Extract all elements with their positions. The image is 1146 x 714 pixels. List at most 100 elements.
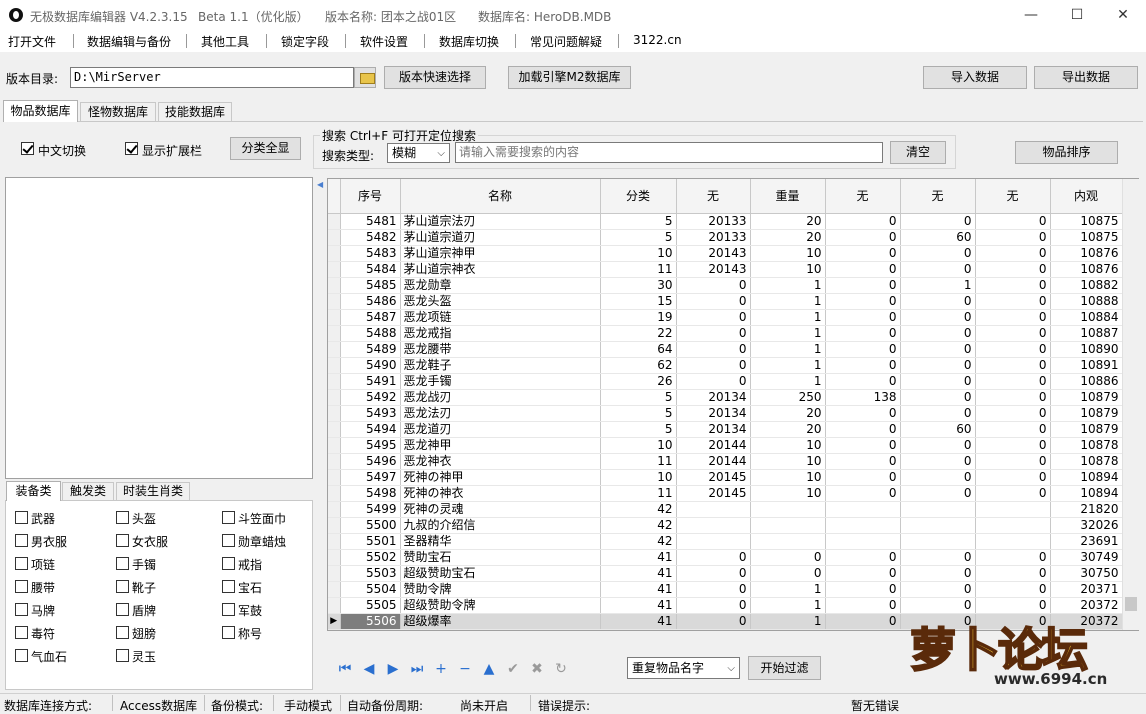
column-header[interactable]: 重量	[750, 179, 826, 214]
column-header[interactable]: 无	[676, 179, 751, 214]
table-cell[interactable]: 0	[825, 469, 901, 486]
table-cell[interactable]: 20144	[676, 453, 751, 470]
table-cell[interactable]: 20372	[1050, 597, 1123, 614]
table-row[interactable]: 5489 恶龙腰带 64 0 1 0 0 0 10890	[328, 341, 1123, 358]
table-cell[interactable]: 0	[975, 389, 1051, 406]
table-cell[interactable]: 1	[750, 341, 826, 358]
table-cell[interactable]: 42	[600, 517, 677, 534]
table-cell[interactable]: 死神の灵魂	[400, 501, 601, 518]
table-cell[interactable]: 20	[750, 405, 826, 422]
table-cell[interactable]: 0	[975, 245, 1051, 262]
table-cell[interactable]: 0	[900, 389, 976, 406]
next-icon[interactable]: ▶	[384, 660, 402, 678]
table-cell[interactable]: 11	[600, 485, 677, 502]
category-checkbox[interactable]	[15, 580, 28, 593]
first-icon[interactable]: ⏮	[336, 660, 354, 678]
table-cell[interactable]: 20144	[676, 437, 751, 454]
table-cell[interactable]: 1	[750, 373, 826, 390]
table-cell[interactable]: 九叔的介绍信	[400, 517, 601, 534]
duplicate-filter-select[interactable]: 重复物品名字 ⌵	[627, 657, 740, 679]
table-cell[interactable]: 0	[825, 373, 901, 390]
table-cell[interactable]: 0	[676, 373, 751, 390]
table-cell[interactable]: 0	[676, 549, 751, 566]
table-cell[interactable]: 0	[975, 261, 1051, 278]
table-cell[interactable]: 5483	[340, 245, 401, 262]
last-icon[interactable]: ⏭	[408, 660, 426, 678]
table-cell[interactable]: 0	[975, 469, 1051, 486]
table-cell[interactable]: 恶龙鞋子	[400, 357, 601, 374]
table-cell[interactable]: 20133	[676, 213, 751, 230]
table-cell[interactable]: 20	[750, 213, 826, 230]
table-cell[interactable]: 0	[975, 325, 1051, 342]
table-cell[interactable]: 0	[975, 405, 1051, 422]
table-cell[interactable]: 5504	[340, 581, 401, 598]
table-cell[interactable]: 0	[975, 341, 1051, 358]
table-cell[interactable]: 0	[676, 309, 751, 326]
table-cell[interactable]: 0	[900, 485, 976, 502]
table-row[interactable]: 5482 茅山道宗道刃 5 20133 20 0 60 0 10875	[328, 229, 1123, 246]
table-cell[interactable]: 0	[900, 597, 976, 614]
table-cell[interactable]: 0	[900, 549, 976, 566]
table-row[interactable]: 5484 茅山道宗神衣 11 20143 10 0 0 0 10876	[328, 261, 1123, 278]
grid-scrollbar[interactable]	[1122, 179, 1139, 630]
table-cell[interactable]: 0	[900, 309, 976, 326]
table-row[interactable]: 5502 赞助宝石 41 0 0 0 0 0 30749	[328, 549, 1123, 566]
table-cell[interactable]: 10879	[1050, 421, 1123, 438]
column-header[interactable]: 内观	[1050, 179, 1123, 214]
table-cell[interactable]: 恶龙手镯	[400, 373, 601, 390]
table-cell[interactable]: 0	[825, 581, 901, 598]
table-cell[interactable]: 5495	[340, 437, 401, 454]
table-cell[interactable]: 5493	[340, 405, 401, 422]
table-cell[interactable]: 5505	[340, 597, 401, 614]
scrollbar-thumb[interactable]	[1125, 597, 1137, 611]
folder-icon[interactable]	[354, 67, 376, 88]
table-cell[interactable]: 20134	[676, 421, 751, 438]
category-checkbox[interactable]	[222, 511, 235, 524]
table-cell[interactable]: 5502	[340, 549, 401, 566]
table-cell[interactable]: 41	[600, 549, 677, 566]
table-cell[interactable]: 0	[975, 597, 1051, 614]
table-cell[interactable]: 10890	[1050, 341, 1123, 358]
table-cell[interactable]: 0	[975, 421, 1051, 438]
table-cell[interactable]: 30749	[1050, 549, 1123, 566]
table-cell[interactable]: 5482	[340, 229, 401, 246]
category-checkbox[interactable]	[116, 511, 129, 524]
table-cell[interactable]: 10	[750, 437, 826, 454]
table-cell[interactable]: 0	[900, 453, 976, 470]
quick-select-button[interactable]: 版本快速选择	[384, 66, 486, 89]
table-cell[interactable]: 19	[600, 309, 677, 326]
table-cell[interactable]: 10876	[1050, 245, 1123, 262]
table-cell[interactable]: 5492	[340, 389, 401, 406]
minimize-button[interactable]: —	[1008, 0, 1054, 30]
table-cell[interactable]: 恶龙神衣	[400, 453, 601, 470]
table-cell[interactable]	[900, 533, 976, 550]
data-grid[interactable]: 序号 名称 分类无重量无无无内观 5481 茅山道宗法刃 5 20133 20 0 0 0 1087…	[327, 178, 1139, 631]
prior-icon[interactable]: ◀	[360, 660, 378, 678]
table-cell[interactable]: 23691	[1050, 533, 1123, 550]
table-cell[interactable]: 5	[600, 213, 677, 230]
table-row[interactable]: 5504 赞助令牌 41 0 1 0 0 0 20371	[328, 581, 1123, 598]
table-cell[interactable]: 5498	[340, 485, 401, 502]
table-cell[interactable]: 5501	[340, 533, 401, 550]
menu-db-switch[interactable]: 数据库切换	[439, 33, 499, 50]
table-cell[interactable]: 0	[825, 213, 901, 230]
table-cell[interactable]: 0	[975, 357, 1051, 374]
table-cell[interactable]: 0	[900, 293, 976, 310]
table-cell[interactable]: 死神の神衣	[400, 485, 601, 502]
table-cell[interactable]: 恶龙神甲	[400, 437, 601, 454]
table-cell[interactable]: 10878	[1050, 437, 1123, 454]
search-input[interactable]: 请输入需要搜索的内容	[455, 142, 883, 163]
table-cell[interactable]: 0	[676, 293, 751, 310]
table-cell[interactable]	[900, 501, 976, 518]
insert-icon[interactable]: +	[432, 660, 450, 678]
table-cell[interactable]: 21820	[1050, 501, 1123, 518]
table-cell[interactable]: 15	[600, 293, 677, 310]
category-checkbox[interactable]	[116, 649, 129, 662]
table-cell[interactable]	[676, 501, 751, 518]
table-cell[interactable]: 5487	[340, 309, 401, 326]
table-cell[interactable]: 0	[975, 581, 1051, 598]
clear-button[interactable]: 清空	[890, 141, 946, 164]
table-cell[interactable]: 死神の神甲	[400, 469, 601, 486]
table-row[interactable]: 5503 超级赞助宝石 41 0 0 0 0 0 30750	[328, 565, 1123, 582]
table-cell[interactable]	[750, 517, 826, 534]
